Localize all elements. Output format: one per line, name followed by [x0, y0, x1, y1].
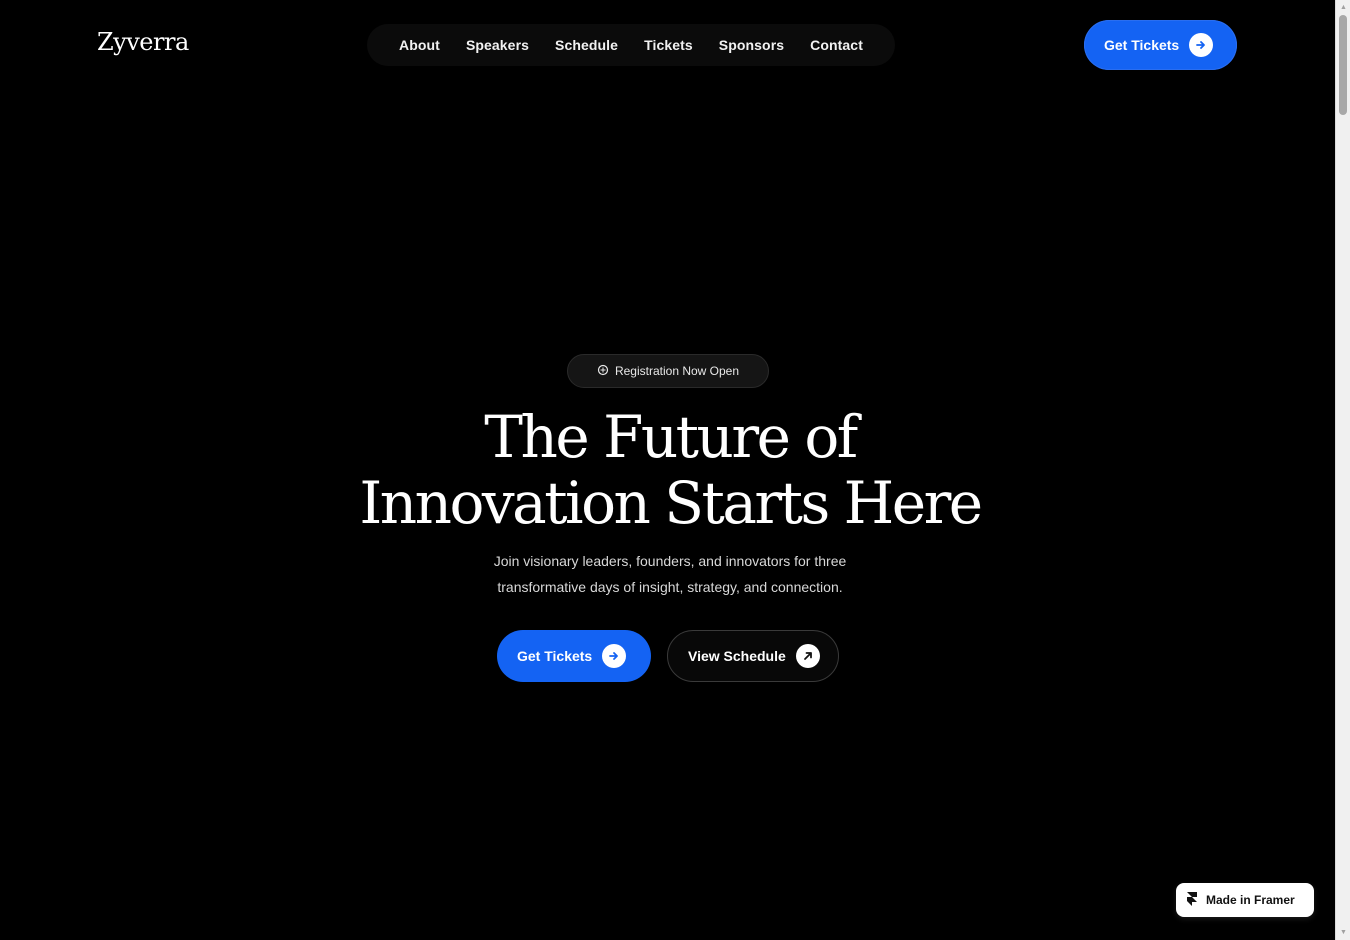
- arrow-right-icon: [1189, 33, 1214, 57]
- nav-item-schedule[interactable]: Schedule: [555, 37, 618, 53]
- nav-item-tickets[interactable]: Tickets: [644, 37, 693, 53]
- scroll-up-icon[interactable]: ▲: [1336, 0, 1350, 15]
- hero-get-tickets-button[interactable]: Get Tickets: [497, 630, 651, 682]
- page: Zyverra About Speakers Schedule Tickets …: [0, 0, 1335, 940]
- made-in-framer-badge[interactable]: Made in Framer: [1176, 883, 1314, 917]
- framer-logo-icon: [1186, 891, 1198, 910]
- nav-item-speakers[interactable]: Speakers: [466, 37, 529, 53]
- hero-subtitle: Join visionary leaders, founders, and in…: [440, 548, 900, 600]
- hero-title-line-2: Innovation Starts Here: [359, 469, 983, 537]
- header-get-tickets-button[interactable]: Get Tickets: [1084, 20, 1237, 70]
- nav-item-about[interactable]: About: [399, 37, 440, 53]
- main-nav: About Speakers Schedule Tickets Sponsors…: [367, 24, 895, 66]
- sparkle-icon: [597, 364, 609, 379]
- arrow-up-right-icon: [795, 644, 820, 668]
- hero-title: The Future of Innovation Starts Here: [300, 404, 1040, 536]
- hero-subtitle-line-1: Join visionary leaders, founders, and in…: [493, 553, 847, 569]
- logo[interactable]: Zyverra: [97, 28, 189, 56]
- made-in-framer-label: Made in Framer: [1206, 893, 1295, 907]
- hero-get-tickets-label: Get Tickets: [517, 648, 593, 664]
- hero-subtitle-line-2: transformative days of insight, strategy…: [497, 579, 843, 595]
- view-schedule-label: View Schedule: [688, 648, 786, 664]
- view-schedule-button[interactable]: View Schedule: [667, 630, 839, 682]
- scroll-down-icon[interactable]: ▼: [1336, 925, 1350, 940]
- arrow-right-icon: [602, 644, 627, 668]
- header-get-tickets-label: Get Tickets: [1104, 37, 1180, 53]
- hero-actions: Get Tickets View Schedule: [497, 630, 839, 682]
- registration-badge-label: Registration Now Open: [614, 364, 740, 378]
- scrollbar-thumb[interactable]: [1339, 15, 1347, 115]
- page-scrollbar[interactable]: ▲ ▼: [1335, 0, 1350, 940]
- registration-badge: Registration Now Open: [567, 354, 769, 388]
- nav-item-sponsors[interactable]: Sponsors: [719, 37, 784, 53]
- nav-item-contact[interactable]: Contact: [810, 37, 863, 53]
- hero-title-line-1: The Future of: [484, 403, 858, 471]
